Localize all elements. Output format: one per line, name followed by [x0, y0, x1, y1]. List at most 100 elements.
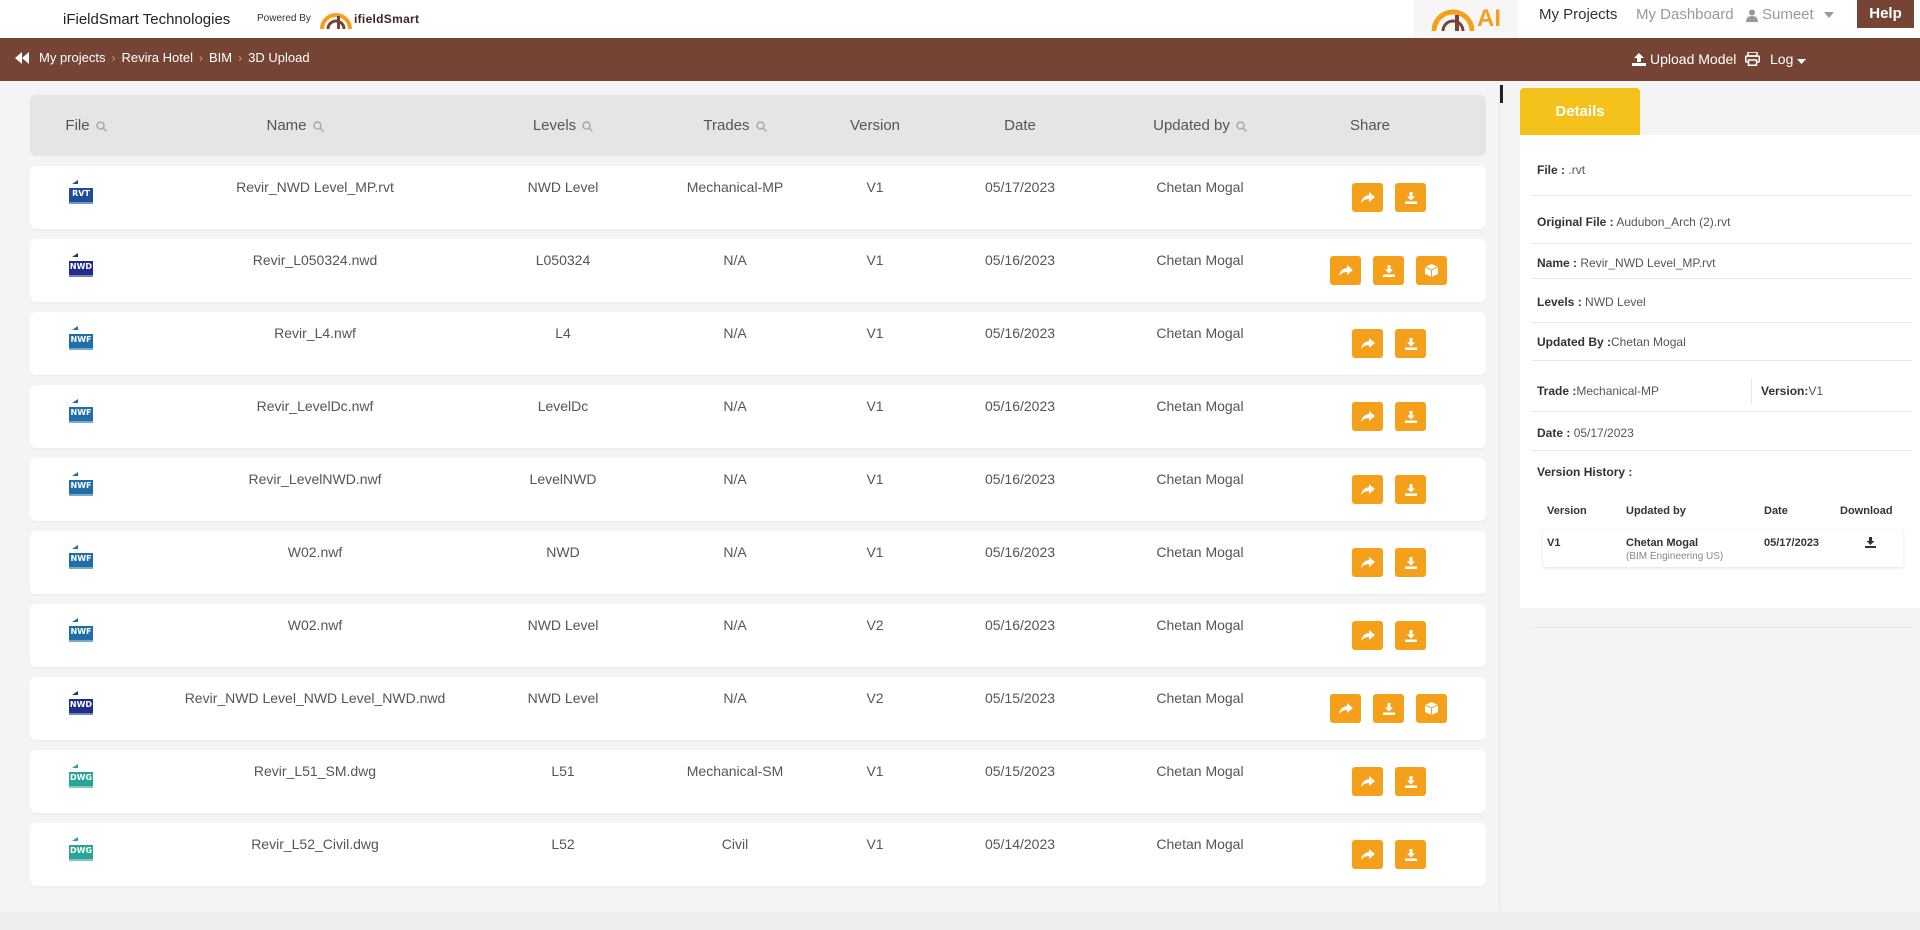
download-button[interactable] [1395, 767, 1426, 796]
download-button[interactable] [1395, 329, 1426, 358]
cell-levels: LevelNWD [529, 471, 597, 487]
download-icon[interactable] [1865, 537, 1876, 548]
download-icon [1404, 848, 1417, 861]
share-button[interactable] [1352, 329, 1383, 358]
file-type-label: NWF [70, 554, 92, 563]
cell-trades: N/A [723, 252, 747, 268]
ai-text: AI [1477, 5, 1501, 32]
search-icon[interactable] [1236, 120, 1247, 132]
cell-updated-by: Chetan Mogal [1156, 617, 1244, 633]
view-3d-button[interactable] [1416, 256, 1447, 285]
download-button[interactable] [1373, 256, 1404, 285]
share-button[interactable] [1330, 256, 1361, 285]
cell-updated-by: Chetan Mogal [1156, 471, 1244, 487]
upload-icon [1632, 52, 1646, 66]
caret-down-icon [1823, 12, 1834, 18]
view-3d-button[interactable] [1416, 694, 1447, 723]
table-row[interactable]: NWD Revir_L050324.nwd L050324 N/A V1 05/16/20… [30, 239, 1486, 302]
table-row[interactable]: DWG Revir_L52_Civil.dwg L52 Civil V1 05/14/20… [30, 823, 1486, 886]
breadcrumb-my-projects[interactable]: My projects [39, 50, 105, 65]
cell-version: V1 [866, 325, 884, 341]
share-actions [1352, 621, 1426, 650]
download-button[interactable] [1395, 840, 1426, 869]
table-row[interactable]: RVT Revir_NWD Level_MP.rvt NWD Level Mechan… [30, 166, 1486, 229]
col-file[interactable]: File [56, 95, 116, 156]
cell-date: 05/16/2023 [984, 471, 1056, 487]
col-trades[interactable]: Trades [675, 95, 795, 156]
cell-date: 05/16/2023 [984, 617, 1056, 633]
download-icon [1404, 191, 1417, 204]
share-button[interactable] [1352, 548, 1383, 577]
nav-my-dashboard[interactable]: My Dashboard [1636, 4, 1734, 26]
vh-col-updated-by: Updated by [1626, 505, 1686, 517]
download-button[interactable] [1395, 621, 1426, 650]
col-name[interactable]: Name [240, 95, 350, 156]
search-icon[interactable] [312, 120, 324, 132]
detail-trade: Trade :Mechanical-MP [1537, 384, 1660, 398]
download-button[interactable] [1395, 402, 1426, 431]
share-button[interactable] [1352, 767, 1383, 796]
cell-trades: N/A [723, 471, 747, 487]
help-button[interactable]: Help [1857, 0, 1914, 28]
version-history-row: V1 Chetan Mogal (BIM Engineering US) 05/… [1543, 529, 1903, 567]
share-arrow-icon [1360, 337, 1375, 349]
search-icon[interactable] [755, 120, 767, 132]
brand-arc-icon [320, 13, 352, 30]
cube-icon [1425, 702, 1438, 715]
cell-updated-by: Chetan Mogal [1156, 252, 1244, 268]
file-type-icon: RVT [66, 180, 96, 211]
search-icon[interactable] [95, 120, 107, 132]
file-type-label: DWG [69, 773, 93, 782]
cell-date: 05/15/2023 [984, 763, 1056, 779]
breadcrumb-project[interactable]: Revira Hotel [121, 50, 193, 65]
share-button[interactable] [1352, 402, 1383, 431]
share-button[interactable] [1352, 621, 1383, 650]
download-button[interactable] [1395, 183, 1426, 212]
share-actions [1330, 256, 1447, 285]
share-actions [1330, 694, 1447, 723]
divider [1532, 195, 1912, 196]
share-arrow-icon [1338, 264, 1353, 276]
cell-updated-by: Chetan Mogal [1156, 179, 1244, 195]
cell-name: W02.nwf [287, 544, 343, 560]
table-row[interactable]: DWG Revir_L51_SM.dwg L51 Mechanical-SM V1 05/… [30, 750, 1486, 813]
download-button[interactable] [1373, 694, 1404, 723]
download-icon [1404, 483, 1417, 496]
nav-my-projects[interactable]: My Projects [1539, 4, 1617, 26]
cell-levels: NWD Level [527, 179, 599, 195]
company-name: iFieldSmart Technologies [63, 11, 231, 28]
col-updated-by[interactable]: Updated by [1120, 95, 1280, 156]
table-row[interactable]: NWF W02.nwf NWD Level N/A V2 05/16/2023 Chetan… [30, 604, 1486, 667]
table-row[interactable]: NWD Revir_NWD Level_NWD Level_NWD.nwd NWD … [30, 677, 1486, 740]
cell-updated-by: Chetan Mogal [1156, 544, 1244, 560]
share-button[interactable] [1352, 475, 1383, 504]
download-button[interactable] [1395, 475, 1426, 504]
upload-model-button[interactable]: Upload Model [1632, 51, 1736, 67]
file-type-label: DWG [69, 846, 93, 855]
search-icon[interactable] [582, 120, 594, 132]
breadcrumb-bim[interactable]: BIM [209, 50, 232, 65]
cell-levels: NWD [546, 544, 580, 560]
table-row[interactable]: NWF Revir_LevelDc.nwf LevelDc N/A V1 05/16/20… [30, 385, 1486, 448]
table-row[interactable]: NWF W02.nwf NWD N/A V1 05/16/2023 Chetan Mogal [30, 531, 1486, 594]
footer-band [0, 912, 1920, 930]
log-dropdown[interactable]: Log [1745, 51, 1807, 67]
double-back-icon[interactable] [15, 51, 29, 64]
download-button[interactable] [1395, 548, 1426, 577]
cell-trades: N/A [723, 544, 747, 560]
tab-details[interactable]: Details [1520, 88, 1640, 135]
cell-name: Revir_NWD Level_NWD Level_NWD.nwd [184, 690, 446, 706]
user-menu[interactable]: Sumeet [1746, 4, 1834, 26]
share-arrow-icon [1338, 702, 1353, 714]
col-levels[interactable]: Levels [503, 95, 623, 156]
vh-col-date: Date [1764, 505, 1788, 517]
share-button[interactable] [1352, 840, 1383, 869]
table-row[interactable]: NWF Revir_L4.nwf L4 N/A V1 05/16/2023 Chetan M… [30, 312, 1486, 375]
share-button[interactable] [1352, 183, 1383, 212]
file-type-icon: NWF [66, 472, 96, 503]
share-actions [1352, 840, 1426, 869]
table-row[interactable]: NWF Revir_LevelNWD.nwf LevelNWD N/A V1 05/16/… [30, 458, 1486, 521]
cell-version: V2 [866, 690, 884, 706]
share-button[interactable] [1330, 694, 1361, 723]
resize-handle[interactable] [1500, 85, 1503, 103]
